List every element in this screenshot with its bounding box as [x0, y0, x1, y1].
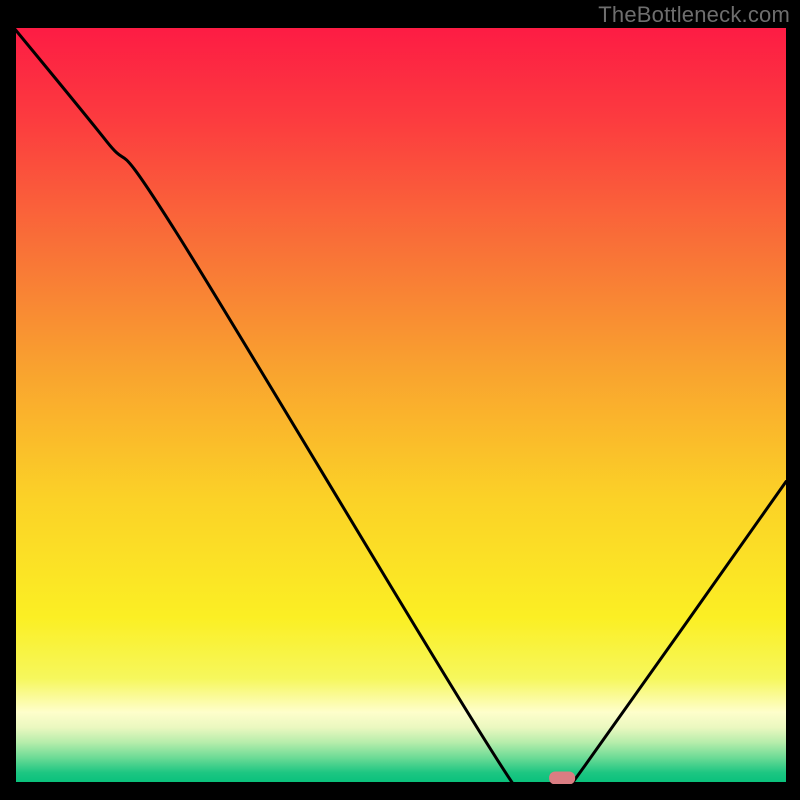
optimal-marker: [549, 771, 575, 784]
plot-area: [14, 28, 786, 784]
watermark-text: TheBottleneck.com: [598, 2, 790, 28]
chart-frame: TheBottleneck.com: [0, 0, 800, 800]
bottleneck-chart: [14, 28, 786, 784]
gradient-background: [14, 28, 786, 784]
